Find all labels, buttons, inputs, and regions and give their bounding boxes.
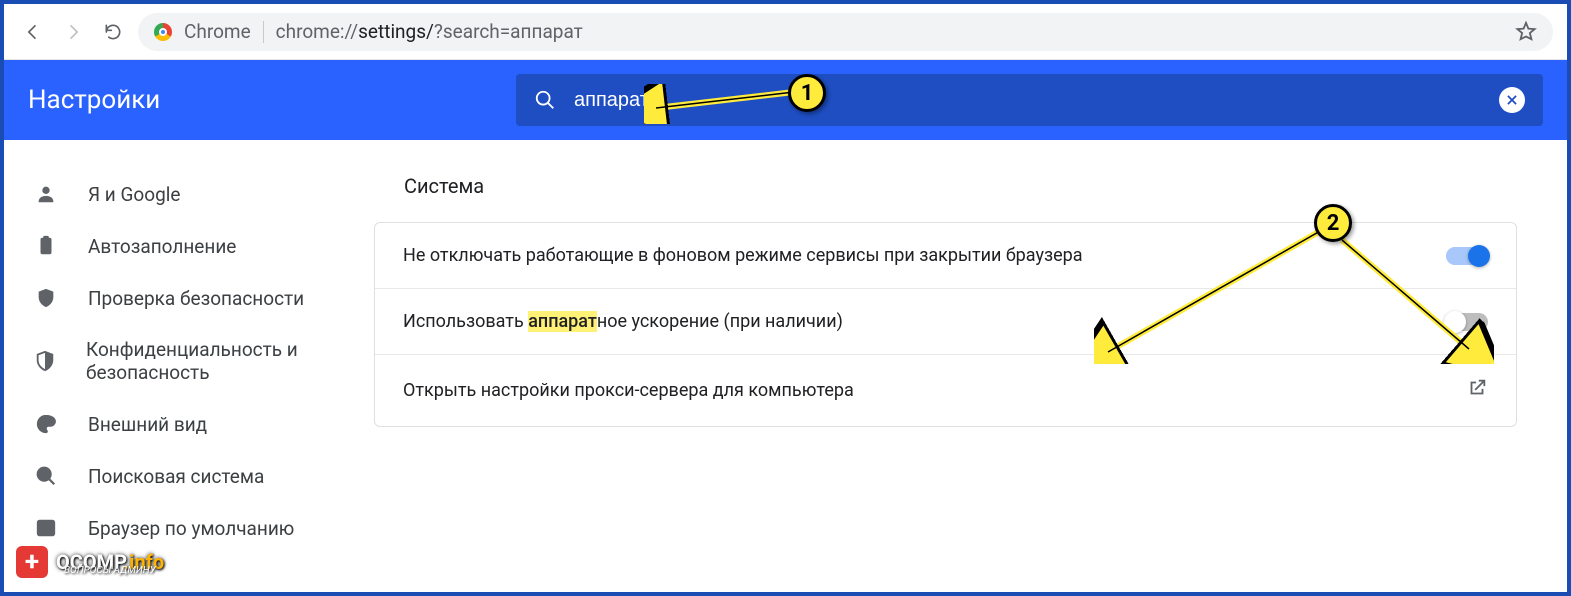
system-card: Не отключать работающие в фоновом режиме… [374, 222, 1517, 427]
sidebar-item-search-engine[interactable]: Поисковая система [4, 450, 364, 502]
sidebar-item-label: Проверка безопасности [88, 287, 304, 310]
person-icon [34, 182, 58, 206]
sidebar-item-privacy[interactable]: Конфиденциальность и безопасность [4, 324, 364, 398]
address-bar[interactable]: Chrome chrome://settings/?search=аппарат [138, 13, 1553, 51]
search-icon [34, 464, 58, 488]
palette-icon [34, 412, 58, 436]
external-link-icon [1466, 377, 1488, 404]
row-label: Не отключать работающие в фоновом режиме… [403, 245, 1083, 266]
sidebar-item-you-and-google[interactable]: Я и Google [4, 168, 364, 220]
chrome-icon [154, 23, 172, 41]
settings-search-box[interactable] [516, 74, 1543, 126]
address-label: Chrome [184, 20, 251, 43]
sidebar-item-appearance[interactable]: Внешний вид [4, 398, 364, 450]
forward-button[interactable] [58, 17, 88, 47]
annotation-badge-1: 1 [788, 74, 826, 112]
settings-header: Настройки [4, 60, 1567, 140]
settings-main: Система Не отключать работающие в фоново… [364, 140, 1567, 592]
row-hardware-acceleration: Использовать аппаратное ускорение (при н… [375, 288, 1516, 354]
section-title: Система [404, 174, 1517, 198]
sidebar-item-label: Я и Google [88, 183, 180, 206]
settings-sidebar: Я и Google Автозаполнение Проверка безоп… [4, 140, 364, 592]
sidebar-item-label: Браузер по умолчанию [88, 517, 294, 540]
browser-icon [34, 516, 58, 540]
sidebar-item-safety-check[interactable]: Проверка безопасности [4, 272, 364, 324]
watermark: + OCOMP.info ВОПРОСЫ АДМИНУ [16, 546, 164, 578]
bookmark-star-icon[interactable] [1515, 21, 1537, 43]
sidebar-item-label: Внешний вид [88, 413, 207, 436]
toggle-hardware-acceleration[interactable] [1446, 313, 1488, 331]
sidebar-item-autofill[interactable]: Автозаполнение [4, 220, 364, 272]
annotation-badge-2: 2 [1314, 204, 1352, 242]
row-label: Открыть настройки прокси-сервера для ком… [403, 380, 854, 401]
shield-half-icon [34, 349, 56, 373]
row-label: Использовать аппаратное ускорение (при н… [403, 311, 843, 332]
browser-toolbar: Chrome chrome://settings/?search=аппарат [4, 4, 1567, 60]
sidebar-item-label: Поисковая система [88, 465, 264, 488]
clear-search-button[interactable] [1499, 87, 1525, 113]
sidebar-item-label: Автозаполнение [88, 235, 236, 258]
watermark-icon: + [16, 546, 48, 578]
clipboard-icon [34, 234, 58, 258]
shield-check-icon [34, 286, 58, 310]
page-title: Настройки [28, 85, 488, 115]
back-button[interactable] [18, 17, 48, 47]
sidebar-item-label: Конфиденциальность и безопасность [86, 338, 334, 384]
address-url: chrome://settings/?search=аппарат [276, 20, 583, 43]
search-icon [534, 89, 556, 111]
watermark-subtitle: ВОПРОСЫ АДМИНУ [64, 565, 156, 576]
toggle-background-apps[interactable] [1446, 247, 1488, 265]
reload-button[interactable] [98, 17, 128, 47]
row-proxy-settings[interactable]: Открыть настройки прокси-сервера для ком… [375, 354, 1516, 426]
divider [263, 21, 264, 43]
settings-search-input[interactable] [574, 89, 1481, 112]
